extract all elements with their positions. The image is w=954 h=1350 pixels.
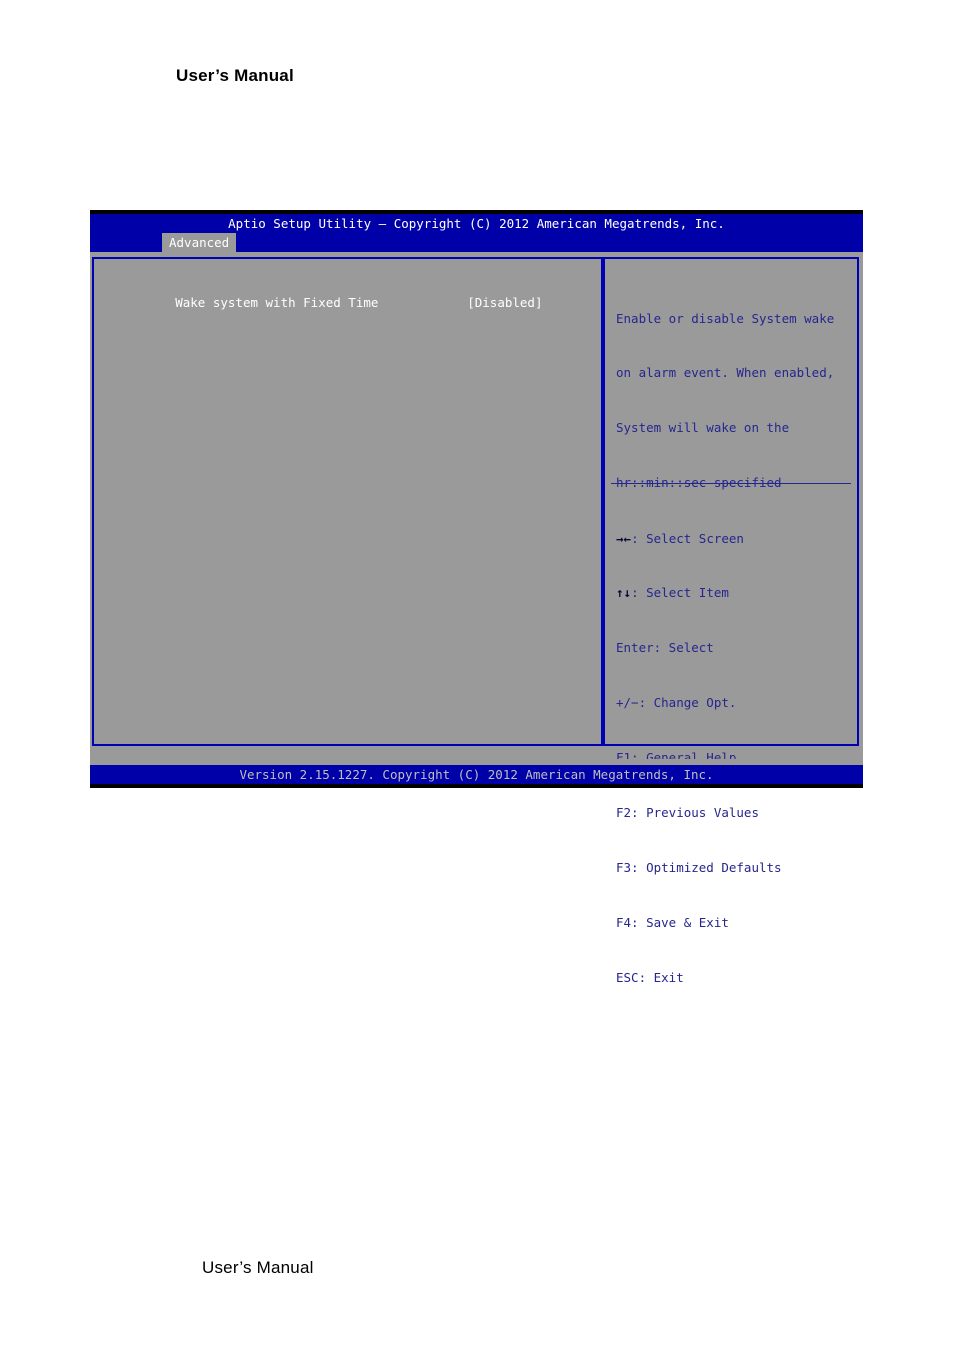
settings-pane: Wake system with Fixed Time [Disabled]: [92, 257, 603, 746]
help-text-line-1: Enable or disable System wake: [616, 310, 835, 326]
key-legend-row: ↑↓: Select Item: [616, 584, 856, 602]
tab-advanced[interactable]: Advanced: [162, 233, 237, 252]
help-text: Enable or disable System wake on alarm e…: [616, 273, 852, 529]
setting-row-wake-system-with-fixed-time[interactable]: Wake system with Fixed Time [Disabled]: [115, 276, 542, 331]
arrows-vertical-icon: ↑↓: [616, 585, 632, 601]
bios-tab-bar: Advanced: [90, 233, 863, 252]
setting-value[interactable]: [Disabled]: [467, 295, 542, 310]
key-legend-label: +/−: Change Opt.: [616, 695, 737, 711]
help-divider: [611, 483, 851, 484]
help-text-line-3: System will wake on the: [616, 420, 790, 436]
arrows-horizontal-icon: →←: [616, 530, 632, 546]
key-legend-row: F2: Previous Values: [616, 804, 856, 822]
setting-label: Wake system with Fixed Time: [175, 295, 379, 311]
bios-body: Wake system with Fixed Time [Disabled] En…: [90, 252, 863, 985]
key-legend-row: →←: Select Screen: [616, 530, 856, 548]
bios-footer-bar: Version 2.15.1227. Copyright (C) 2012 Am…: [90, 765, 863, 784]
manual-page-footer: User’s Manual: [202, 1258, 314, 1277]
key-legend-row: F3: Optimized Defaults: [616, 859, 856, 877]
window-bottom-edge: [90, 784, 863, 788]
key-legend-label: F2: Previous Values: [616, 805, 759, 821]
key-legend-row: ESC: Exit: [616, 969, 856, 987]
bios-title-bar: Aptio Setup Utility – Copyright (C) 2012…: [90, 214, 863, 233]
key-legend-row: Enter: Select: [616, 639, 856, 657]
key-legend-label: Enter: Select: [616, 640, 714, 656]
key-legend-label: : Select Item: [631, 585, 729, 601]
key-legend-label: F3: Optimized Defaults: [616, 859, 782, 875]
key-legend-label: : Select Screen: [631, 530, 744, 546]
key-legend-label: F4: Save & Exit: [616, 914, 729, 930]
key-legend-row: F4: Save & Exit: [616, 914, 856, 932]
help-pane: Enable or disable System wake on alarm e…: [603, 257, 859, 985]
key-legend-label: ESC: Exit: [616, 969, 684, 985]
help-text-line-2: on alarm event. When enabled,: [616, 365, 835, 381]
key-legend-row: +/−: Change Opt.: [616, 694, 856, 712]
manual-page-header: User’s Manual: [176, 66, 294, 85]
bios-setup-window: Aptio Setup Utility – Copyright (C) 2012…: [90, 210, 863, 985]
